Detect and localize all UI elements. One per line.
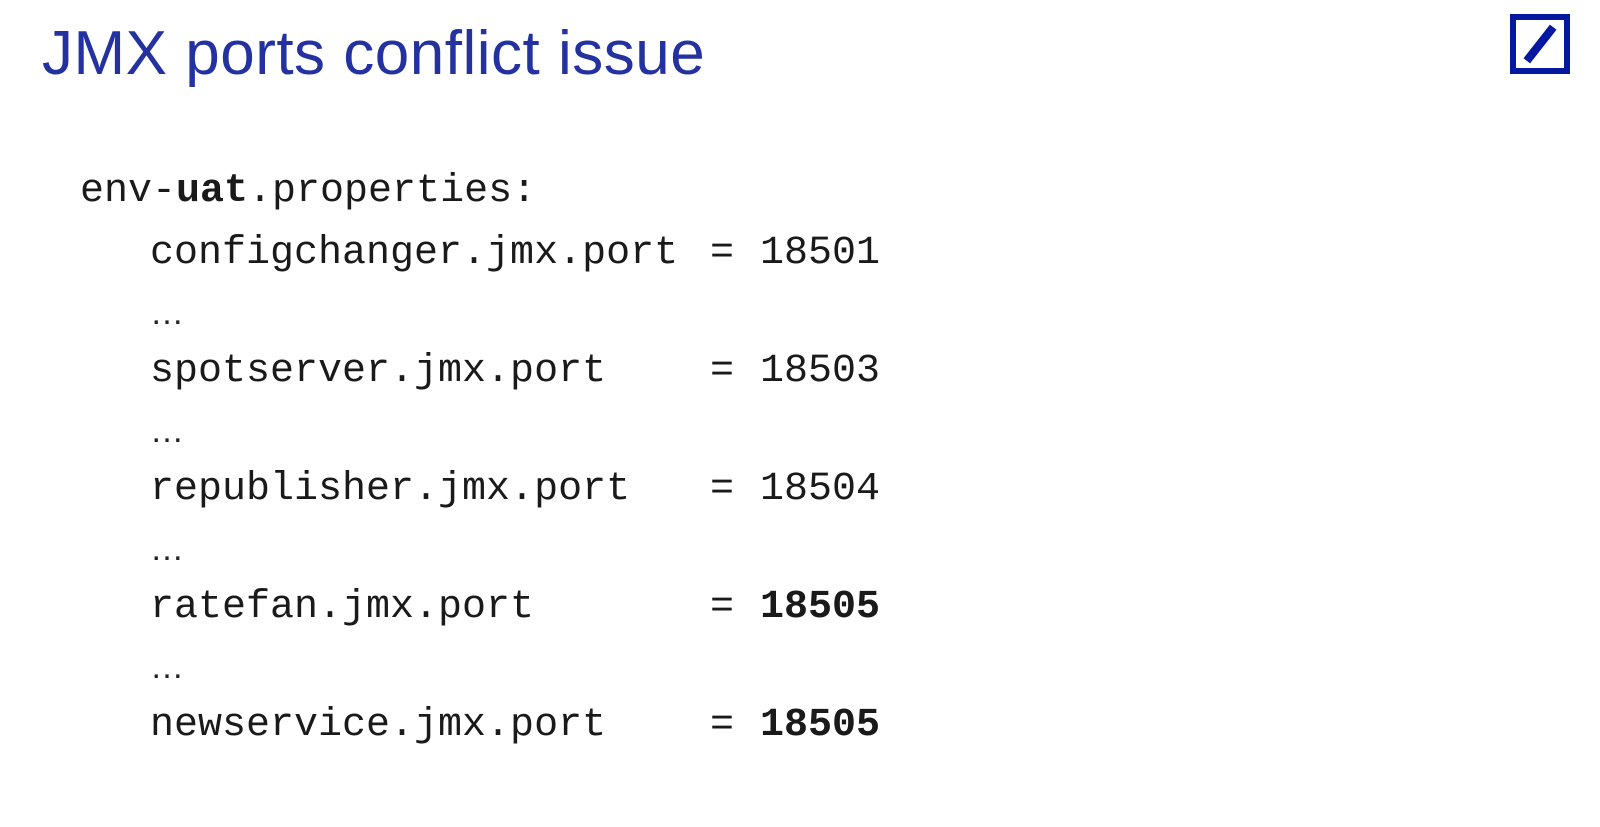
property-key: newservice.jmx.port [150,706,710,746]
equals-sign: = [710,352,760,392]
property-key: configchanger.jmx.port [150,234,710,274]
slide-title: JMX ports conflict issue [42,18,705,89]
property-line: republisher.jmx.port=18504 [80,470,880,510]
property-value: 18503 [760,352,880,392]
equals-sign: = [710,588,760,628]
file-suffix: .properties: [248,169,536,214]
equals-sign: = [710,234,760,274]
ellipsis: … [80,296,880,330]
db-logo-icon [1510,14,1570,74]
file-prefix: env- [80,169,176,214]
property-key: republisher.jmx.port [150,470,710,510]
property-key: spotserver.jmx.port [150,352,710,392]
property-value: 18505 [760,706,880,746]
ellipsis: … [80,532,880,566]
ellipsis: … [80,650,880,684]
file-env: uat [176,169,248,214]
property-line: configchanger.jmx.port=18501 [80,234,880,274]
property-key: ratefan.jmx.port [150,588,710,628]
equals-sign: = [710,470,760,510]
property-value: 18505 [760,588,880,628]
properties-block: env-uat.properties: configchanger.jmx.po… [80,172,880,768]
property-line: spotserver.jmx.port=18503 [80,352,880,392]
file-name: env-uat.properties: [80,172,880,212]
property-line: newservice.jmx.port=18505 [80,706,880,746]
property-value: 18504 [760,470,880,510]
property-value: 18501 [760,234,880,274]
equals-sign: = [710,706,760,746]
ellipsis: … [80,414,880,448]
property-line: ratefan.jmx.port=18505 [80,588,880,628]
